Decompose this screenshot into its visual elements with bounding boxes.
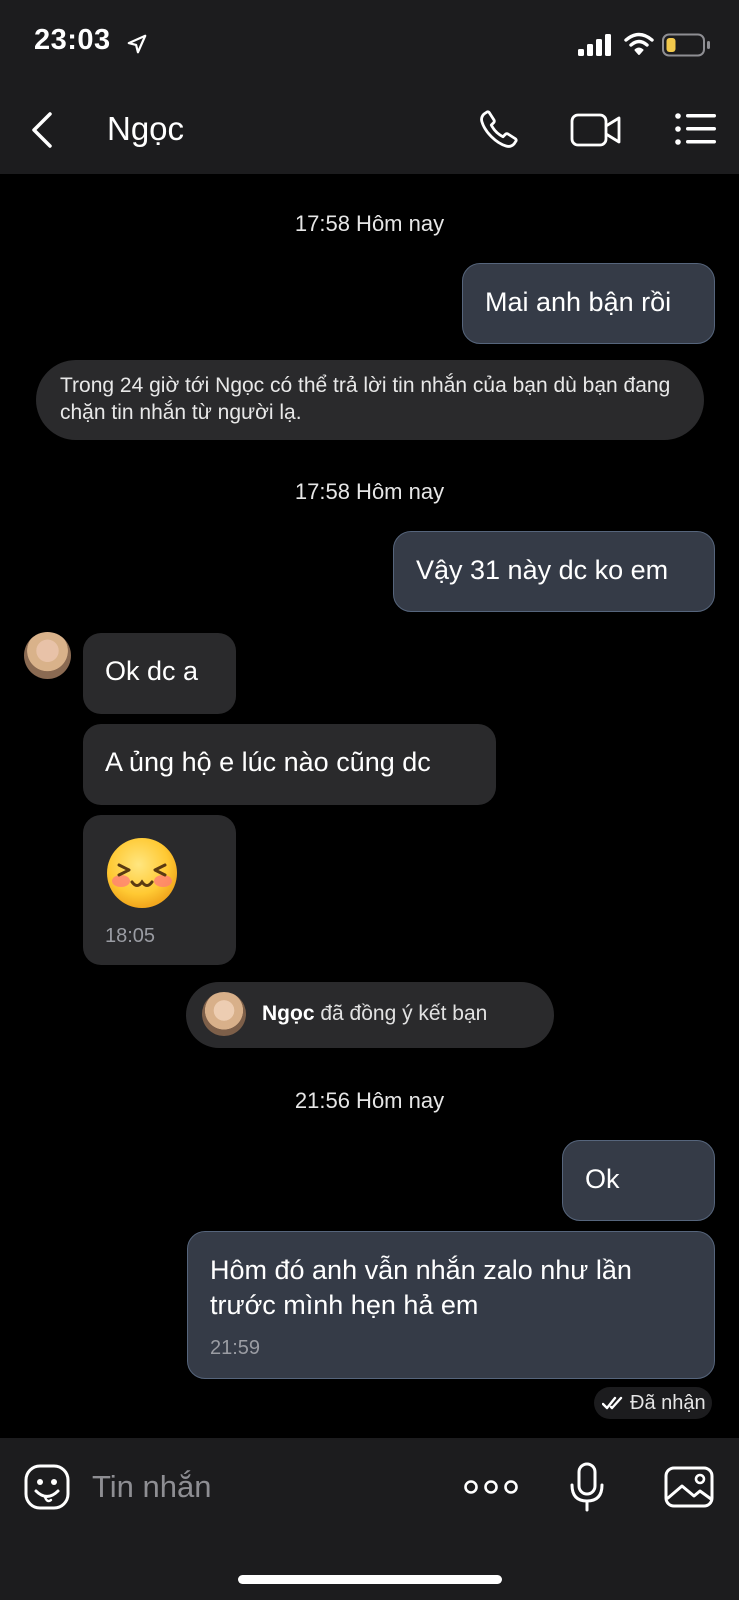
location-arrow-icon: [127, 34, 147, 54]
friend-accepted-label: đã đồng ý kết bạn: [320, 1002, 488, 1025]
outgoing-message[interactable]: Vậy 31 này dc ko em: [393, 531, 715, 612]
message-text: Vậy 31 này dc ko em: [416, 555, 669, 585]
message-text: Ok dc a: [105, 656, 199, 686]
message-text: Ok: [585, 1164, 620, 1194]
top-bar: 23:03 Ngọc: [0, 0, 739, 174]
blushing-smile-emoji-icon: [107, 838, 177, 908]
phone-call-icon[interactable]: [476, 108, 520, 152]
outgoing-message[interactable]: Mai anh bận rồi: [462, 263, 715, 344]
timestamp-divider: 17:58 Hôm nay: [294, 479, 445, 504]
incoming-message[interactable]: Ok dc a: [83, 633, 236, 714]
back-button[interactable]: [26, 108, 60, 152]
message-text: A ủng hộ e lúc nào cũng dc: [105, 747, 431, 777]
outgoing-message[interactable]: Hôm đó anh vẫn nhắn zalo như lần trước m…: [187, 1231, 715, 1379]
signal-icon: [578, 34, 611, 56]
outgoing-message[interactable]: Ok: [562, 1140, 715, 1221]
message-time: 21:59: [210, 1337, 261, 1359]
avatar: [202, 992, 246, 1036]
message-input[interactable]: [92, 1464, 422, 1510]
message-text: Hôm đó anh vẫn nhắn zalo như lần trước m…: [210, 1255, 632, 1320]
sticker-icon[interactable]: [24, 1464, 70, 1510]
message-text: Mai anh bận rồi: [485, 287, 672, 317]
receipt-text: Đã nhận: [630, 1392, 706, 1414]
incoming-message[interactable]: A ủng hộ e lúc nào cũng dc: [83, 724, 496, 805]
friend-accepted-notice: Ngọc đã đồng ý kết bạn: [186, 982, 554, 1048]
home-indicator[interactable]: [238, 1575, 502, 1584]
more-options-icon[interactable]: [464, 1474, 518, 1500]
microphone-icon[interactable]: [569, 1462, 605, 1512]
double-check-icon: [602, 1396, 623, 1410]
video-call-icon[interactable]: [570, 110, 622, 150]
image-gallery-icon[interactable]: [664, 1464, 714, 1510]
delivery-receipt: Đã nhận: [594, 1387, 712, 1419]
incoming-sticker-message[interactable]: 18:05: [83, 815, 236, 965]
avatar[interactable]: [24, 632, 71, 679]
status-time: 23:03: [34, 24, 111, 56]
system-notice: Trong 24 giờ tới Ngọc có thể trả lời tin…: [36, 360, 704, 440]
friend-accepted-text: Ngọc đã đồng ý kết bạn: [262, 1002, 487, 1026]
menu-list-icon[interactable]: [674, 110, 718, 150]
message-time: 18:05: [105, 925, 156, 947]
chat-title[interactable]: Ngọc: [107, 110, 184, 148]
battery-icon: [662, 33, 710, 57]
timestamp-divider: 17:58 Hôm nay: [294, 211, 445, 236]
timestamp-divider: 21:56 Hôm nay: [294, 1088, 445, 1113]
friend-name: Ngọc: [262, 1002, 315, 1025]
wifi-icon: [624, 32, 654, 55]
